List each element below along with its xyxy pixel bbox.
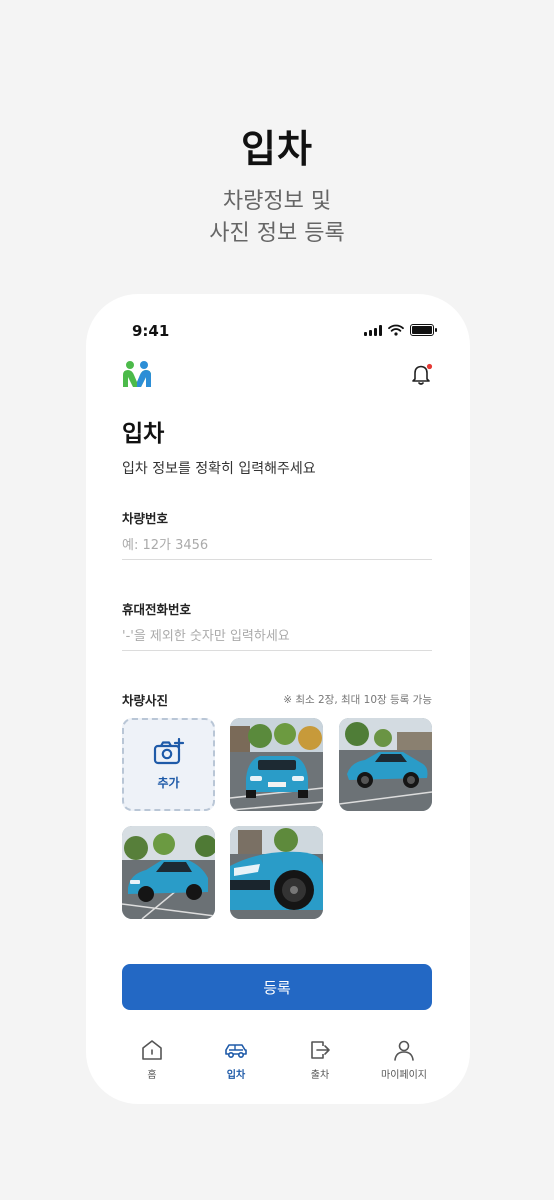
promo-title: 입차 [241,127,313,171]
tab-checkout-label: 출차 [310,1070,330,1081]
bottom-tab-bar: 홈 입차 출차 마이페이지 [116,1038,440,1082]
exit-icon [311,1041,330,1059]
people-logo-icon [123,361,151,387]
status-bar: 9:41 [132,322,437,342]
car-photo-front[interactable] [230,718,323,811]
car-number-label: 차량번호 [122,511,169,526]
signal-icon [364,324,382,336]
home-icon [142,1040,162,1060]
phone-input[interactable] [122,623,432,651]
car-photo-side[interactable] [339,718,432,811]
car-photos-note: ※ 최소 2장, 최대 10장 등록 가능 [283,694,432,706]
tab-checkout[interactable]: 출차 [284,1038,356,1082]
tab-checkin[interactable]: 입차 [200,1038,272,1082]
battery-icon [410,324,437,336]
add-photo-button[interactable]: 추가 [122,718,215,811]
user-icon [394,1040,414,1061]
status-time: 9:41 [132,322,170,340]
phone-label: 휴대전화번호 [122,602,192,617]
add-photo-label: 추가 [157,776,180,790]
tab-mypage-label: 마이페이지 [381,1070,427,1081]
tab-home[interactable]: 홈 [116,1038,188,1082]
phone-frame: 9:41 입차 입차 정보를 정확히 입력해주세요 차량번호 휴대전화번호 차량… [86,294,470,1104]
car-icon [225,1044,247,1059]
page-description: 입차 정보를 정확히 입력해주세요 [122,461,316,477]
car-photo-closeup[interactable] [230,826,323,919]
bell-icon[interactable] [410,362,434,386]
car-photos-label: 차량사진 [122,693,169,708]
submit-button[interactable]: 등록 [122,964,432,1010]
status-icons [364,324,437,336]
car-number-input[interactable] [122,532,432,560]
tab-checkin-label: 입차 [226,1070,246,1081]
promo-subtitle-line1: 차량정보 및 [222,189,332,214]
tab-home-label: 홈 [147,1070,157,1081]
wifi-icon [388,324,404,336]
car-photo-front-quarter[interactable] [122,826,215,919]
tab-mypage[interactable]: 마이페이지 [368,1038,440,1082]
page-title: 입차 [122,421,165,447]
promo-subtitle: 차량정보 및 사진 정보 등록 [0,186,554,250]
camera-add-icon [153,738,184,765]
promo-subtitle-line2: 사진 정보 등록 [209,221,345,246]
